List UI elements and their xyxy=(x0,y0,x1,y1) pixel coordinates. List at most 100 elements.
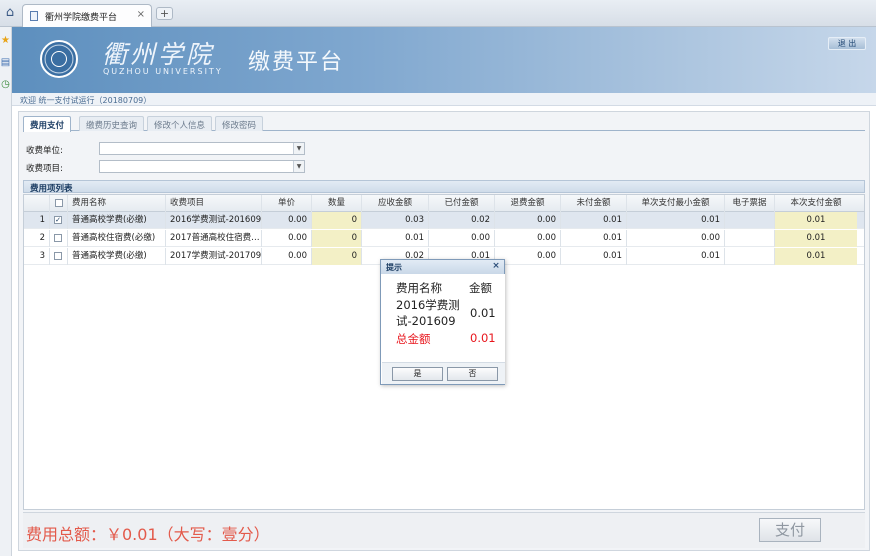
dialog-col-amount: 金额 xyxy=(469,281,492,295)
browser-tab[interactable]: 衢州学院缴费平台 × xyxy=(22,4,152,27)
col-refund: 退费金额 xyxy=(495,195,561,212)
section-title: 费用项列表 xyxy=(23,180,865,194)
platform-title: 缴费平台 xyxy=(248,50,345,75)
refund-amount: 0.00 xyxy=(495,230,561,247)
star-icon[interactable]: ★ xyxy=(0,35,11,46)
fee-name: 普通高校学费(必缴) xyxy=(68,212,166,229)
university-logo-icon xyxy=(40,40,78,78)
pay-button[interactable]: 支付 xyxy=(759,518,821,542)
no-button[interactable]: 否 xyxy=(447,367,498,381)
fee-item: 2016学费测试-201609 xyxy=(166,212,262,229)
col-paid: 已付金额 xyxy=(429,195,495,212)
col-fee-name: 费用名称 xyxy=(68,195,166,212)
row-checkbox[interactable]: ✓ xyxy=(54,215,62,224)
dialog-title: 提示 × xyxy=(381,260,504,274)
row-checkbox[interactable] xyxy=(54,251,62,260)
total-amount-text: 费用总额：￥0.01（大写：壹分） xyxy=(26,525,270,544)
new-tab-button[interactable]: + xyxy=(156,7,173,20)
col-due: 应收金额 xyxy=(362,195,429,212)
fee-name: 普通高校学费(必缴) xyxy=(68,248,166,265)
unit-select[interactable]: ▼ xyxy=(99,142,305,155)
dialog-item-name-line1: 2016学费测 xyxy=(396,298,460,312)
item-label: 收费项目: xyxy=(26,164,63,174)
page-icon xyxy=(30,11,38,21)
browser-sidebar: ★ ▤ ◷ xyxy=(0,27,12,556)
chevron-down-icon[interactable]: ▼ xyxy=(293,143,304,154)
row-index: 3 xyxy=(24,248,50,265)
dialog-footer: 是 否 xyxy=(382,362,505,384)
row-checkbox-cell[interactable]: ✓ xyxy=(50,212,68,229)
col-min-pay: 单次支付最小金额 xyxy=(627,195,725,212)
row-index: 2 xyxy=(24,230,50,247)
confirm-dialog: 提示 × 费用名称 金额 2016学费测 试-201609 0.01 总金额 0… xyxy=(380,259,505,385)
row-index: 1 xyxy=(24,212,50,229)
unpaid-amount: 0.01 xyxy=(561,212,627,229)
browser-tab-strip: ⌂ 衢州学院缴费平台 × + xyxy=(0,0,876,27)
due-amount: 0.01 xyxy=(362,230,429,247)
history-icon[interactable]: ◷ xyxy=(0,79,11,90)
page-tabs: 费用支付 缴费历史查询 修改个人信息 修改密码 xyxy=(23,114,865,132)
row-checkbox-cell[interactable] xyxy=(50,248,68,265)
dialog-title-text: 提示 xyxy=(386,263,402,272)
close-tab-icon[interactable]: × xyxy=(137,9,145,20)
close-icon[interactable]: × xyxy=(491,261,501,271)
dialog-total-label: 总金额 xyxy=(396,332,431,346)
qty-input[interactable]: 0 xyxy=(312,230,362,247)
logout-button[interactable]: 退 出 xyxy=(828,37,866,50)
row-checkbox[interactable] xyxy=(54,233,62,242)
table-row[interactable]: 2 普通高校住宿费(必缴) 2017普通高校住宿费… 0.00 0 0.01 0… xyxy=(24,230,864,247)
select-all-checkbox[interactable] xyxy=(54,198,63,207)
this-pay-input[interactable]: 0.01 xyxy=(775,248,857,265)
header-banner: 衢州学院 QUZHOU UNIVERSITY 缴费平台 退 出 xyxy=(12,27,876,93)
document-icon[interactable]: ▤ xyxy=(0,57,11,68)
university-name: 衢州学院 xyxy=(102,40,215,69)
min-pay-amount: 0.01 xyxy=(627,248,725,265)
dialog-total-amount: 0.01 xyxy=(470,331,496,345)
paid-amount: 0.00 xyxy=(429,230,495,247)
e-ticket xyxy=(725,230,775,247)
qty-input[interactable]: 0 xyxy=(312,212,362,229)
welcome-text: 欢迎 统一支付试运行（20180709） xyxy=(20,96,152,105)
fee-item: 2017学费测试-201709 xyxy=(166,248,262,265)
row-checkbox-cell[interactable] xyxy=(50,230,68,247)
col-ticket: 电子票据 xyxy=(725,195,775,212)
tab-payment-history[interactable]: 缴费历史查询 xyxy=(79,116,145,131)
col-this-pay: 本次支付金额 xyxy=(790,198,842,208)
paid-amount: 0.02 xyxy=(429,212,495,229)
tab-fee-payment[interactable]: 费用支付 xyxy=(23,116,72,132)
col-index xyxy=(24,195,50,212)
tab-change-password[interactable]: 修改密码 xyxy=(215,116,264,131)
unpaid-amount: 0.01 xyxy=(561,230,627,247)
price: 0.00 xyxy=(262,230,312,247)
dialog-item-amount: 0.01 xyxy=(470,306,496,320)
col-item: 收费项目 xyxy=(166,195,262,212)
item-select[interactable]: ▼ xyxy=(99,160,305,173)
e-ticket xyxy=(725,212,775,229)
refund-amount: 0.00 xyxy=(495,212,561,229)
this-pay-input[interactable]: 0.01 xyxy=(775,212,857,229)
yes-button[interactable]: 是 xyxy=(392,367,443,381)
min-pay-amount: 0.00 xyxy=(627,230,725,247)
unpaid-amount: 0.01 xyxy=(561,248,627,265)
chevron-down-icon[interactable]: ▼ xyxy=(293,161,304,172)
col-unpaid: 未付金额 xyxy=(561,195,627,212)
qty-input[interactable]: 0 xyxy=(312,248,362,265)
fee-name: 普通高校住宿费(必缴) xyxy=(68,230,166,247)
tab-edit-profile[interactable]: 修改个人信息 xyxy=(147,116,213,131)
table-row[interactable]: 1 ✓ 普通高校学费(必缴) 2016学费测试-201609 0.00 0 0.… xyxy=(24,212,864,229)
dialog-body: 费用名称 金额 2016学费测 试-201609 0.01 总金额 0.01 xyxy=(382,274,505,362)
unit-label: 收费单位: xyxy=(26,146,63,156)
payment-footer: 费用总额：￥0.01（大写：壹分） 支付 xyxy=(23,512,865,548)
e-ticket xyxy=(725,248,775,265)
col-price: 单价 xyxy=(262,195,312,212)
home-icon[interactable]: ⌂ xyxy=(3,6,17,20)
col-qty: 数量 xyxy=(312,195,362,212)
dialog-item-name-line2: 试-201609 xyxy=(396,314,456,328)
dialog-col-name: 费用名称 xyxy=(396,281,442,295)
fee-item: 2017普通高校住宿费… xyxy=(166,230,262,247)
col-select-all[interactable] xyxy=(50,195,68,212)
this-pay-input[interactable]: 0.01 xyxy=(775,230,857,247)
min-pay-amount: 0.01 xyxy=(627,212,725,229)
price: 0.00 xyxy=(262,248,312,265)
browser-tab-title: 衢州学院缴费平台 xyxy=(45,13,118,23)
